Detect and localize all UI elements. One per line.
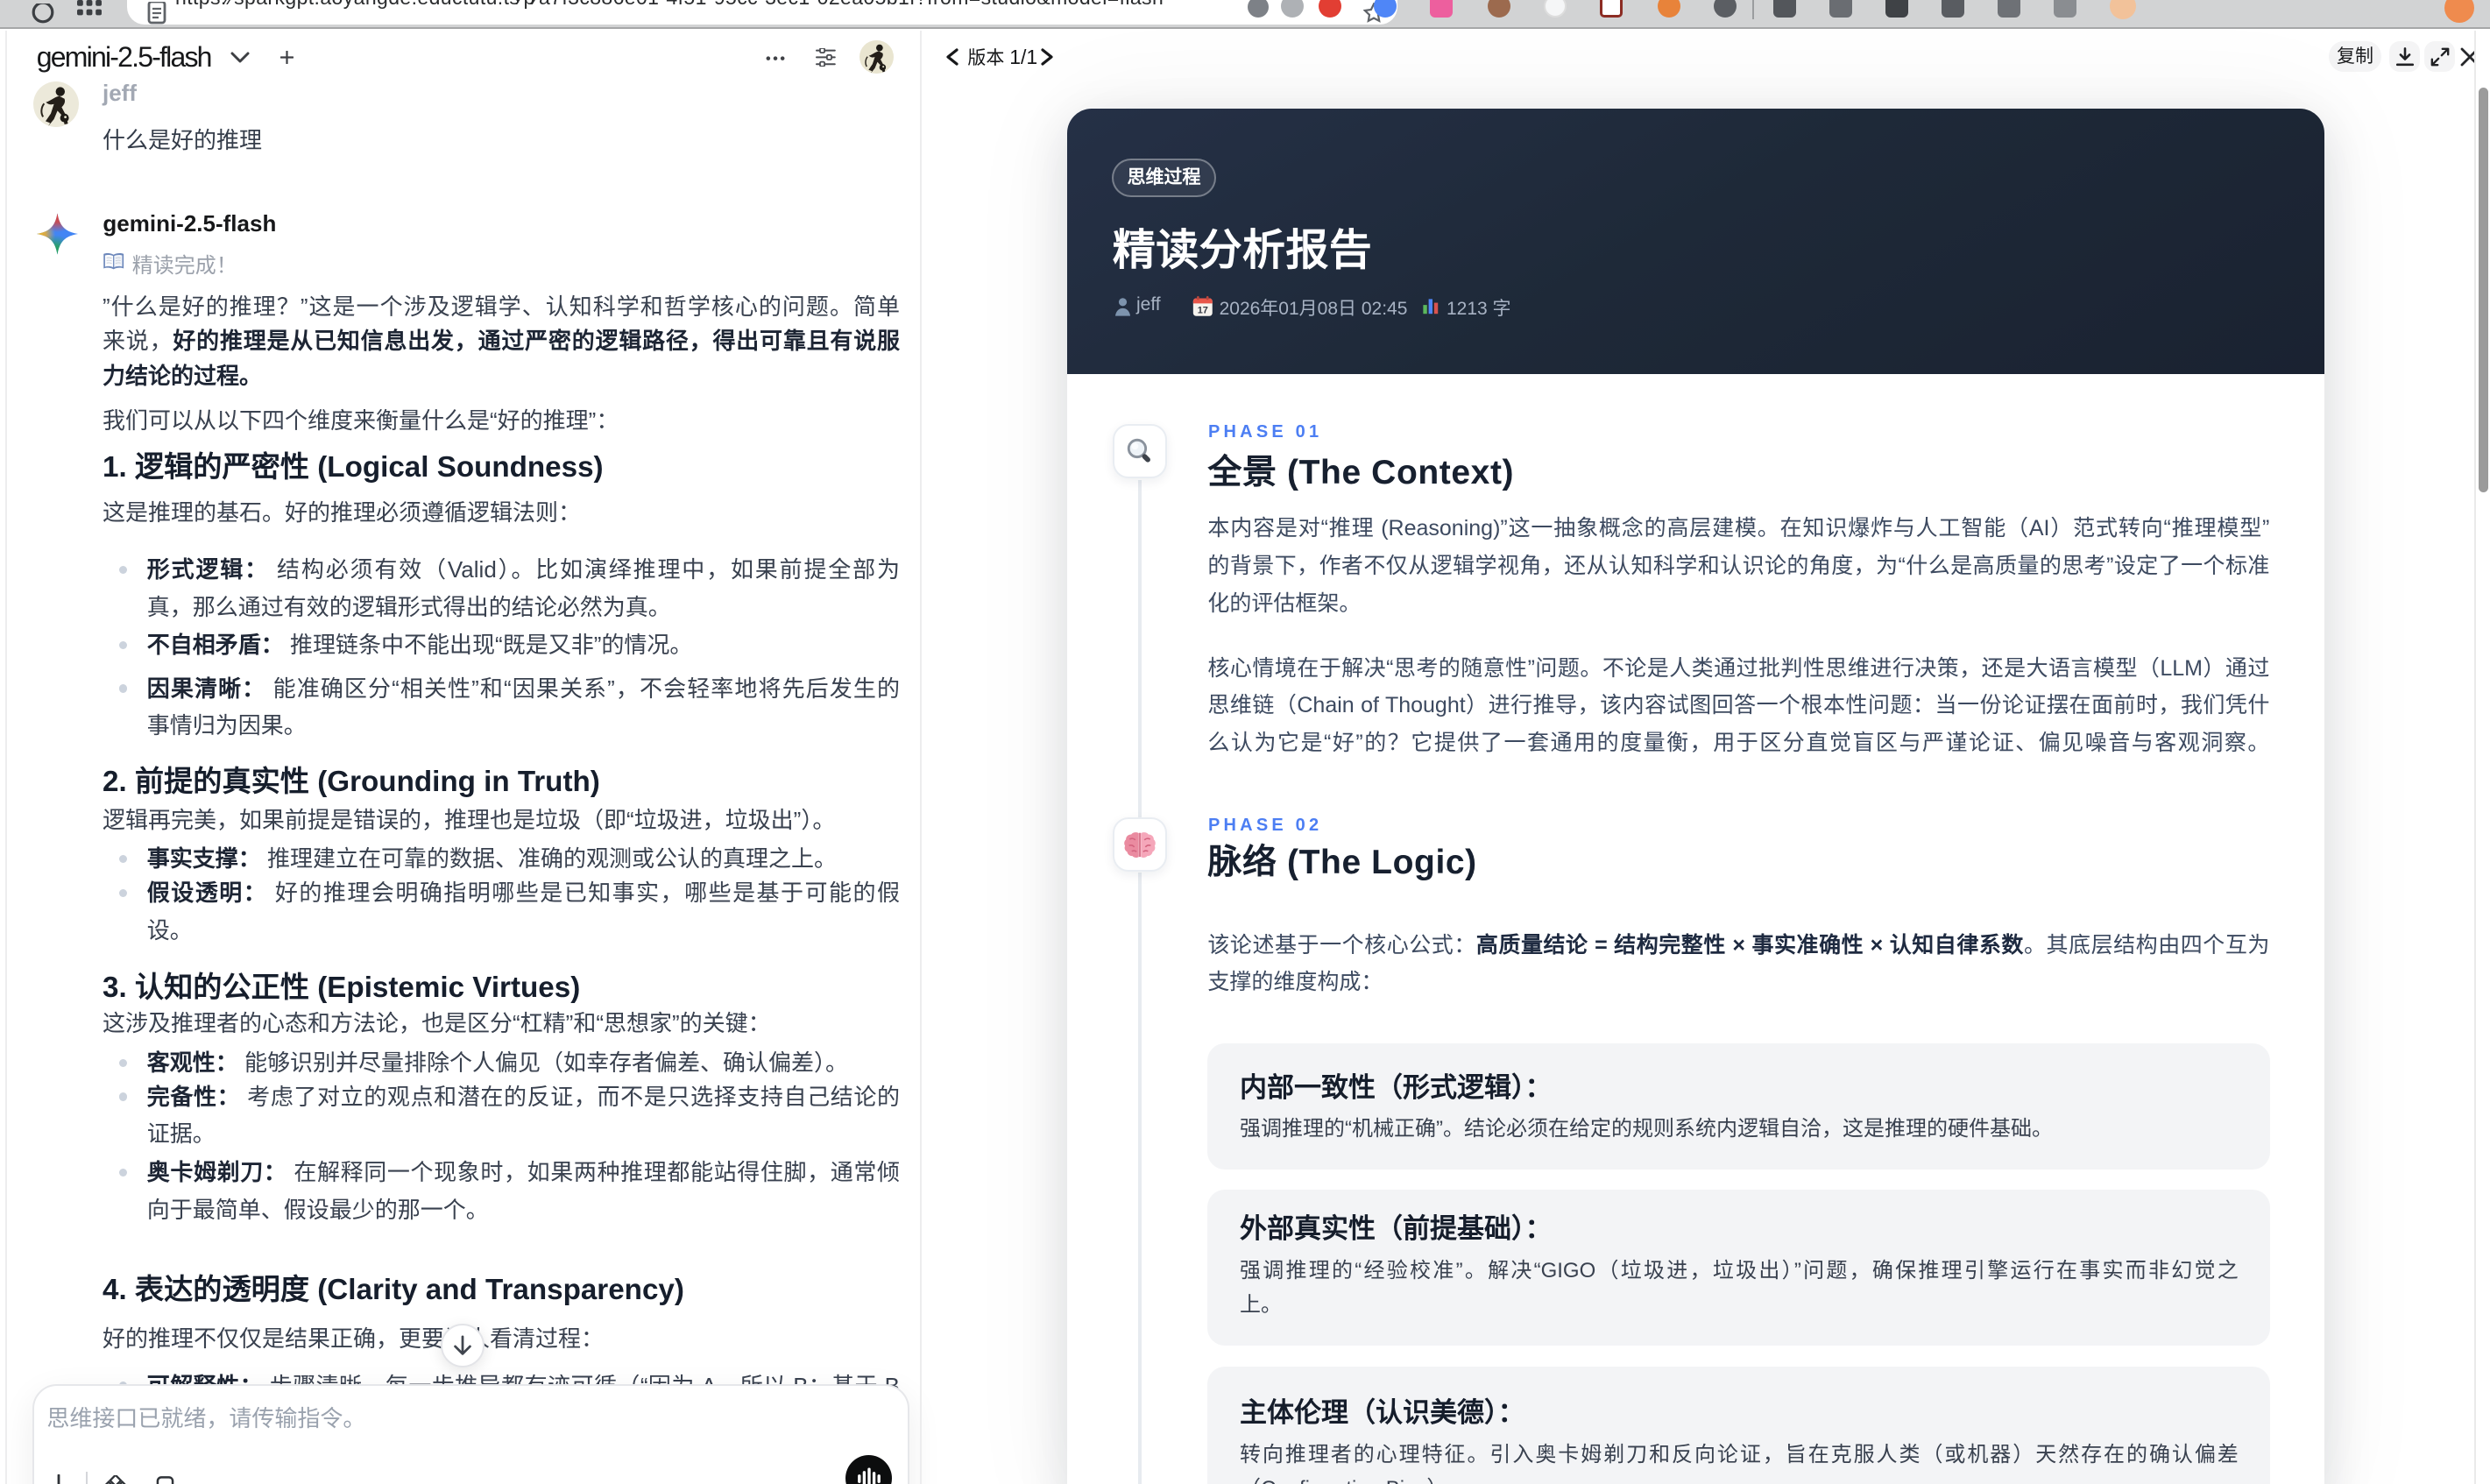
svg-text:17: 17 bbox=[1198, 305, 1208, 315]
